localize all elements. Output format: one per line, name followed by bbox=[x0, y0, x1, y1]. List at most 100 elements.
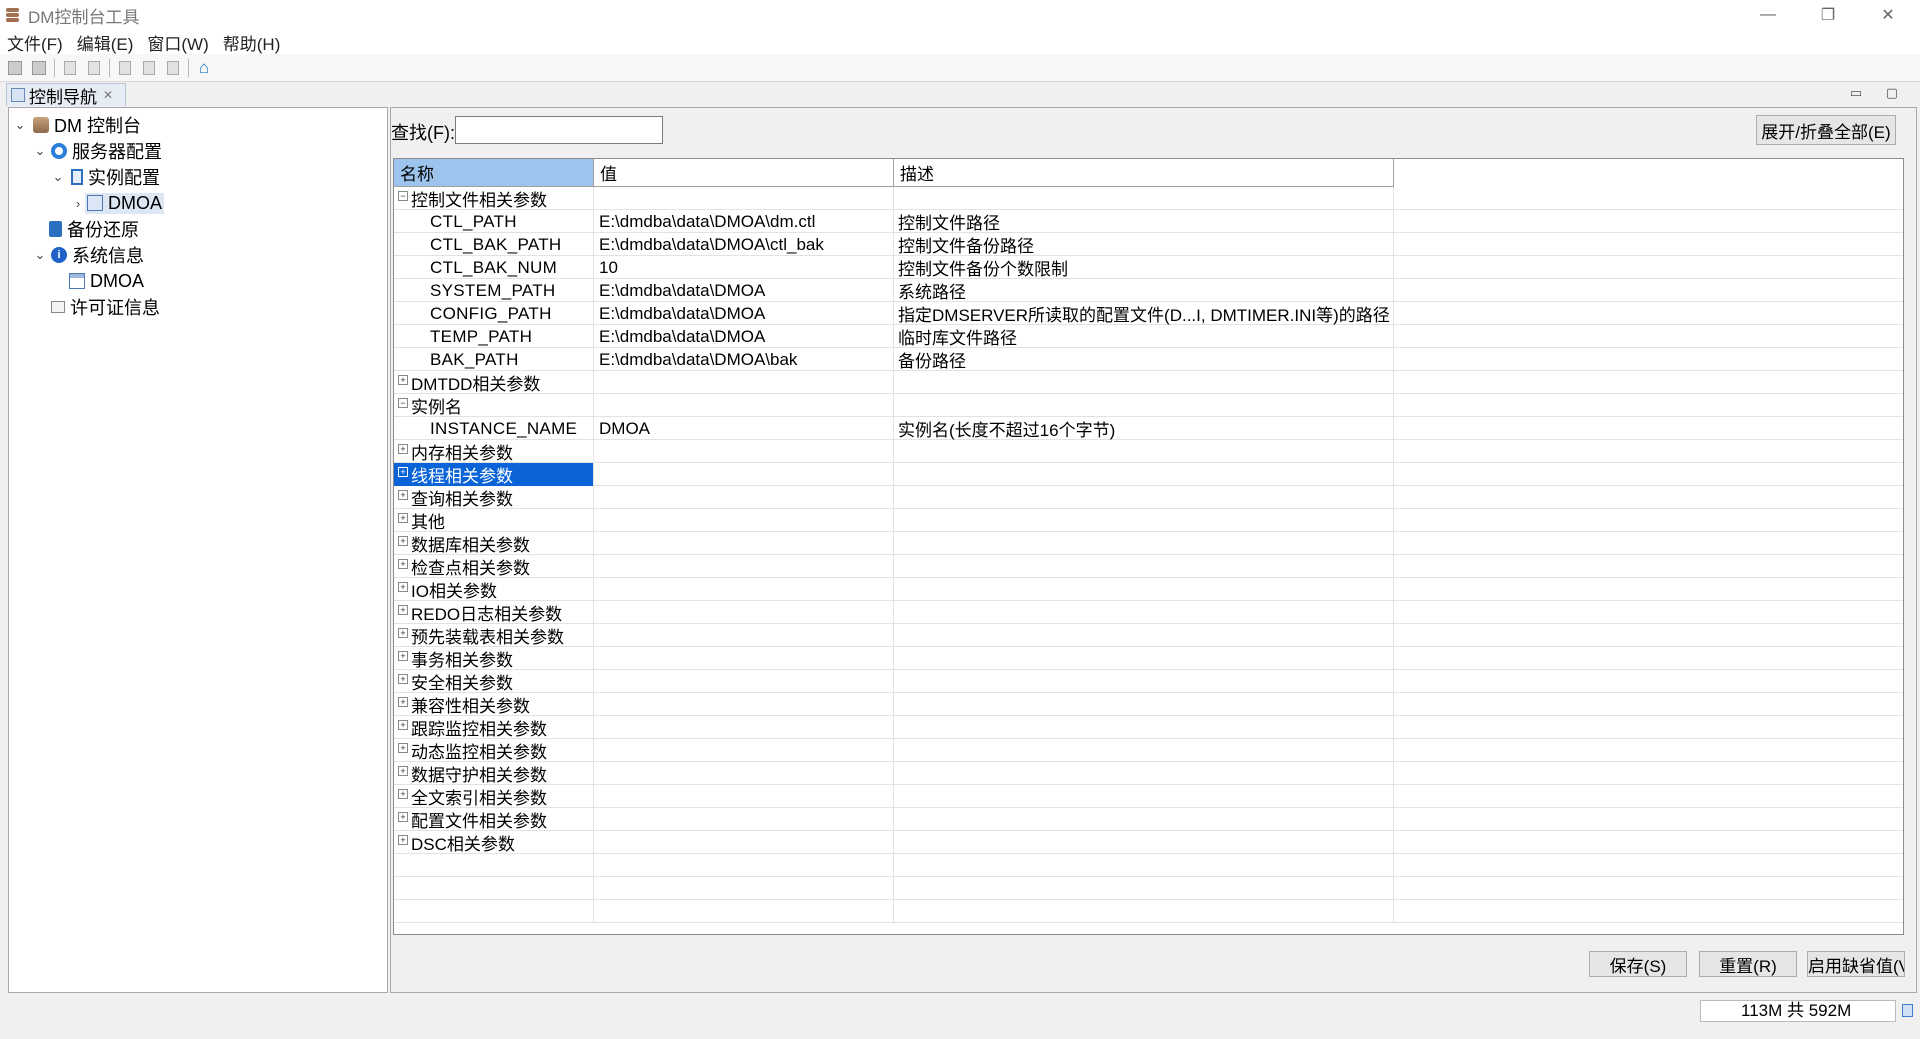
value-cell[interactable]: DMOA bbox=[594, 417, 894, 440]
use-defaults-button[interactable]: 启用缺省值(V) bbox=[1807, 951, 1905, 977]
name-cell[interactable]: + 线程相关参数 bbox=[394, 463, 594, 486]
name-cell[interactable]: CTL_BAK_PATH bbox=[394, 233, 594, 256]
value-cell[interactable]: E:\dmdba\data\DMOA bbox=[594, 279, 894, 302]
value-cell[interactable]: E:\dmdba\data\DMOA bbox=[594, 325, 894, 348]
name-cell[interactable]: + 预先装载表相关参数 bbox=[394, 624, 594, 647]
expand-icon[interactable]: + bbox=[398, 719, 408, 730]
parameter-row[interactable]: BAK_PATH E:\dmdba\data\DMOA\bak 备份路径 bbox=[394, 348, 1903, 371]
expand-icon[interactable]: + bbox=[398, 604, 408, 615]
expand-icon[interactable]: + bbox=[398, 581, 408, 592]
expand-icon[interactable]: + bbox=[398, 765, 408, 776]
name-cell[interactable]: + 检查点相关参数 bbox=[394, 555, 594, 578]
expand-icon[interactable]: + bbox=[398, 512, 408, 523]
search-input[interactable] bbox=[455, 116, 663, 144]
expand-icon[interactable]: + bbox=[398, 443, 408, 454]
value-cell[interactable]: E:\dmdba\data\DMOA\ctl_bak bbox=[594, 233, 894, 256]
chevron-down-icon[interactable]: ⌄ bbox=[33, 247, 47, 263]
column-header-name[interactable]: 名称 bbox=[394, 159, 594, 187]
expand-icon[interactable]: + bbox=[398, 489, 408, 500]
name-cell[interactable]: + 数据守护相关参数 bbox=[394, 762, 594, 785]
close-button[interactable]: ✕ bbox=[1860, 0, 1916, 30]
parameter-row[interactable]: CTL_PATH E:\dmdba\data\DMOA\dm.ctl 控制文件路径 bbox=[394, 210, 1903, 233]
parameter-group-row[interactable]: + 数据库相关参数 bbox=[394, 532, 1903, 555]
cut-icon[interactable] bbox=[116, 59, 134, 77]
collapse-icon[interactable]: − bbox=[398, 397, 408, 408]
name-cell[interactable]: + 动态监控相关参数 bbox=[394, 739, 594, 762]
reset-button[interactable]: 重置(R) bbox=[1699, 951, 1797, 977]
name-cell[interactable]: − 实例名 bbox=[394, 394, 594, 417]
column-header-description[interactable]: 描述 bbox=[894, 159, 1394, 187]
parameter-row[interactable]: SYSTEM_PATH E:\dmdba\data\DMOA 系统路径 bbox=[394, 279, 1903, 302]
value-cell[interactable]: 10 bbox=[594, 256, 894, 279]
parameter-row[interactable]: CONFIG_PATH E:\dmdba\data\DMOA 指定DMSERVER所… bbox=[394, 302, 1903, 325]
menu-file[interactable]: 文件(F) bbox=[7, 30, 63, 55]
minimize-button[interactable]: — bbox=[1740, 0, 1796, 30]
parameter-row[interactable]: INSTANCE_NAME DMOA 实例名(长度不超过16个字节) bbox=[394, 417, 1903, 440]
name-cell[interactable]: + 跟踪监控相关参数 bbox=[394, 716, 594, 739]
column-header-value[interactable]: 值 bbox=[594, 159, 894, 187]
expand-icon[interactable]: + bbox=[398, 466, 408, 477]
expand-icon[interactable]: + bbox=[398, 558, 408, 569]
parameter-group-row[interactable]: + 数据守护相关参数 bbox=[394, 762, 1903, 785]
parameter-group-row[interactable]: − 实例名 bbox=[394, 394, 1903, 417]
parameter-group-row[interactable]: + 动态监控相关参数 bbox=[394, 739, 1903, 762]
tree-node-system-info[interactable]: ⌄ i 系统信息 bbox=[33, 242, 144, 268]
expand-icon[interactable]: + bbox=[398, 535, 408, 546]
chevron-down-icon[interactable]: ⌄ bbox=[13, 117, 27, 133]
tree-node-instance-config[interactable]: ⌄ 实例配置 bbox=[51, 164, 160, 190]
tree-node-license-info[interactable]: 许可证信息 bbox=[51, 294, 160, 320]
expand-icon[interactable]: + bbox=[398, 696, 408, 707]
collapse-icon[interactable]: − bbox=[398, 190, 408, 201]
parameter-group-row[interactable]: + 查询相关参数 bbox=[394, 486, 1903, 509]
redo-icon[interactable] bbox=[85, 59, 103, 77]
name-cell[interactable]: + 兼容性相关参数 bbox=[394, 693, 594, 716]
tree-node-sysinfo-dmoa[interactable]: DMOA bbox=[69, 268, 144, 294]
menu-window[interactable]: 窗口(W) bbox=[147, 30, 208, 55]
name-cell[interactable]: INSTANCE_NAME bbox=[394, 417, 594, 440]
tree-node-server-config[interactable]: ⌄ 服务器配置 bbox=[33, 138, 162, 164]
name-cell[interactable]: + 配置文件相关参数 bbox=[394, 808, 594, 831]
undo-icon[interactable] bbox=[61, 59, 79, 77]
name-cell[interactable]: + DSC相关参数 bbox=[394, 831, 594, 854]
parameter-group-row[interactable]: − 控制文件相关参数 bbox=[394, 187, 1903, 210]
name-cell[interactable]: + 内存相关参数 bbox=[394, 440, 594, 463]
parameter-group-row[interactable]: + 检查点相关参数 bbox=[394, 555, 1903, 578]
name-cell[interactable]: + 其他 bbox=[394, 509, 594, 532]
name-cell[interactable]: − 控制文件相关参数 bbox=[394, 187, 594, 210]
expand-icon[interactable]: + bbox=[398, 650, 408, 661]
paste-icon[interactable] bbox=[164, 59, 182, 77]
garbage-collect-icon[interactable] bbox=[1902, 1004, 1913, 1017]
parameter-group-row[interactable]: + DMTDD相关参数 bbox=[394, 371, 1903, 394]
tree-node-backup-restore[interactable]: 备份还原 bbox=[49, 216, 139, 242]
name-cell[interactable]: + REDO日志相关参数 bbox=[394, 601, 594, 624]
name-cell[interactable]: + 查询相关参数 bbox=[394, 486, 594, 509]
menu-edit[interactable]: 编辑(E) bbox=[77, 30, 134, 55]
name-cell[interactable]: + 全文索引相关参数 bbox=[394, 785, 594, 808]
parameter-group-row[interactable]: + 事务相关参数 bbox=[394, 647, 1903, 670]
name-cell[interactable]: + IO相关参数 bbox=[394, 578, 594, 601]
expand-icon[interactable]: + bbox=[398, 374, 408, 385]
parameter-group-row[interactable]: + 其他 bbox=[394, 509, 1903, 532]
value-cell[interactable]: E:\dmdba\data\DMOA\bak bbox=[594, 348, 894, 371]
maximize-button[interactable]: ❐ bbox=[1800, 0, 1856, 30]
parameter-group-row[interactable]: + DSC相关参数 bbox=[394, 831, 1903, 854]
save-all-icon[interactable] bbox=[30, 59, 48, 77]
tab-control-navigation[interactable]: 控制导航 ✕ bbox=[6, 83, 126, 107]
name-cell[interactable]: CTL_BAK_NUM bbox=[394, 256, 594, 279]
value-cell[interactable]: E:\dmdba\data\DMOA bbox=[594, 302, 894, 325]
expand-icon[interactable]: + bbox=[398, 627, 408, 638]
tree-node-dm-console[interactable]: ⌄ DM 控制台 bbox=[13, 112, 141, 138]
parameter-group-row[interactable]: + REDO日志相关参数 bbox=[394, 601, 1903, 624]
expand-icon[interactable]: + bbox=[398, 788, 408, 799]
view-controls[interactable]: ▭ ▢ bbox=[1850, 85, 1908, 101]
name-cell[interactable]: + DMTDD相关参数 bbox=[394, 371, 594, 394]
chevron-down-icon[interactable]: ⌄ bbox=[51, 169, 65, 185]
chevron-down-icon[interactable]: ⌄ bbox=[33, 143, 47, 159]
name-cell[interactable]: + 安全相关参数 bbox=[394, 670, 594, 693]
name-cell[interactable]: + 事务相关参数 bbox=[394, 647, 594, 670]
parameter-group-row[interactable]: + 安全相关参数 bbox=[394, 670, 1903, 693]
parameter-group-row[interactable]: + 预先装载表相关参数 bbox=[394, 624, 1903, 647]
value-cell[interactable]: E:\dmdba\data\DMOA\dm.ctl bbox=[594, 210, 894, 233]
copy-icon[interactable] bbox=[140, 59, 158, 77]
parameter-row[interactable]: TEMP_PATH E:\dmdba\data\DMOA 临时库文件路径 bbox=[394, 325, 1903, 348]
